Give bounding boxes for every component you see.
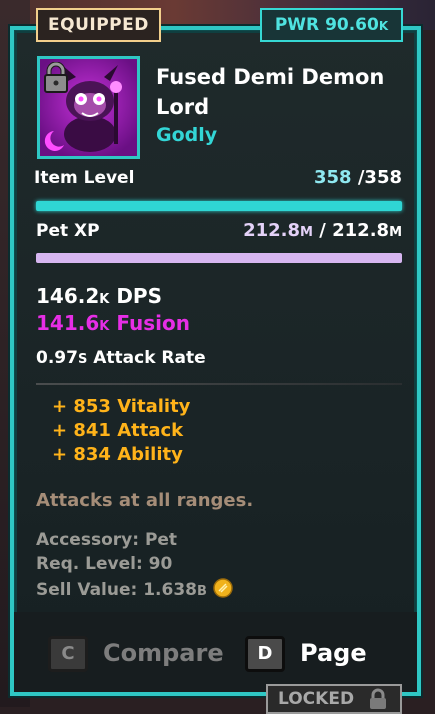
stats-divider [36, 383, 402, 385]
pet-xp-value: 212.8M / 212.8M [226, 220, 402, 241]
bonus-vitality: + 853 Vitality [52, 396, 191, 417]
locked-label: LOCKED [278, 689, 355, 709]
page-key[interactable]: D [245, 636, 285, 672]
pet-xp-separator: / [319, 220, 326, 241]
attack-rate-value: 0.97 [36, 348, 78, 368]
attack-rate-stat: 0.97S Attack Rate [36, 348, 206, 368]
sell-value-text: Sell Value: 1.638 [36, 580, 197, 600]
compare-key[interactable]: C [48, 636, 88, 672]
item-level-current: 358 [313, 167, 352, 188]
dps-unit: K [99, 292, 110, 307]
power-badge: PWR 90.60K [260, 8, 403, 42]
item-name: Fused Demi Demon Lord [156, 65, 385, 119]
pet-xp-max-unit: M [389, 225, 402, 240]
equipped-label: EQUIPPED [48, 15, 149, 35]
compare-button[interactable]: Compare [103, 639, 224, 667]
pet-xp-bar [36, 253, 402, 263]
padlock-icon [42, 61, 70, 94]
pet-xp-max: 212.8 [332, 220, 390, 241]
fusion-stat: 141.6K Fusion [36, 311, 213, 335]
gold-coin-icon [213, 578, 233, 598]
item-level-label: Item Level [34, 168, 135, 188]
power-value: PWR 90.60 [274, 15, 379, 35]
equipped-badge: EQUIPPED [36, 8, 161, 42]
page-button[interactable]: Page [300, 639, 367, 667]
fusion-value: 141.6 [36, 311, 100, 335]
pet-xp-current-unit: M [300, 225, 313, 240]
item-level-value: 358 /358 [300, 167, 402, 188]
pet-xp-current: 212.8 [243, 220, 301, 241]
dps-stat: 146.2K DPS [36, 284, 162, 308]
power-unit: K [378, 19, 389, 33]
dps-label: DPS [116, 284, 162, 308]
sell-value: Sell Value: 1.638B [36, 578, 233, 600]
attack-rate-unit: S [77, 352, 88, 367]
item-description: Attacks at all ranges. [36, 490, 254, 511]
item-level-max: 358 [364, 167, 402, 188]
locked-badge[interactable]: LOCKED [266, 684, 402, 714]
sell-value-unit: B [197, 584, 207, 599]
item-level-bar-fill [36, 201, 402, 211]
accessory-type: Accessory: Pet [36, 530, 178, 550]
crescent-moon-icon [202, 315, 211, 331]
attack-rate-label: Attack Rate [93, 348, 206, 368]
item-rarity: Godly [156, 124, 218, 146]
pet-xp-label: Pet XP [36, 221, 100, 241]
required-level: Req. Level: 90 [36, 554, 173, 574]
dps-value: 146.2 [36, 284, 100, 308]
pet-xp-bar-fill [36, 253, 402, 263]
bonus-ability: + 834 Ability [52, 444, 183, 465]
fusion-unit: K [99, 319, 110, 334]
fusion-label: Fusion [116, 311, 190, 335]
item-level-bar [36, 201, 402, 211]
bonus-attack: + 841 Attack [52, 420, 184, 441]
